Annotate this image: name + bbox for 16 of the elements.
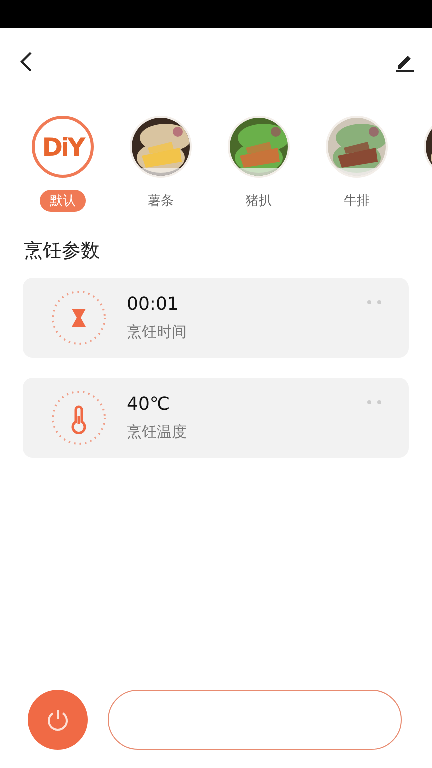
recipe-label[interactable]: 薯条 [138,190,184,212]
parameter-value: 00:01 [127,294,179,315]
parameter-card[interactable]: 00:01 烹饪时间 [23,278,409,358]
thermometer-icon [51,390,107,446]
section-title: 烹饪参数 [23,239,101,264]
parameter-card[interactable]: 40℃ 烹饪温度 [23,378,409,458]
drag-handle-icon[interactable] [367,400,383,405]
recipe-logo[interactable]: DiY [32,116,94,178]
recipe-label[interactable]: 猪扒 [236,190,282,212]
hourglass-icon [51,290,107,346]
recipe-label[interactable]: 牛排 [334,190,380,212]
drag-handle-icon[interactable] [367,300,383,305]
parameter-value: 40℃ [127,394,170,415]
power-icon [45,707,71,733]
parameter-label: 烹饪时间 [127,323,187,342]
parameter-label: 烹饪温度 [127,423,187,442]
